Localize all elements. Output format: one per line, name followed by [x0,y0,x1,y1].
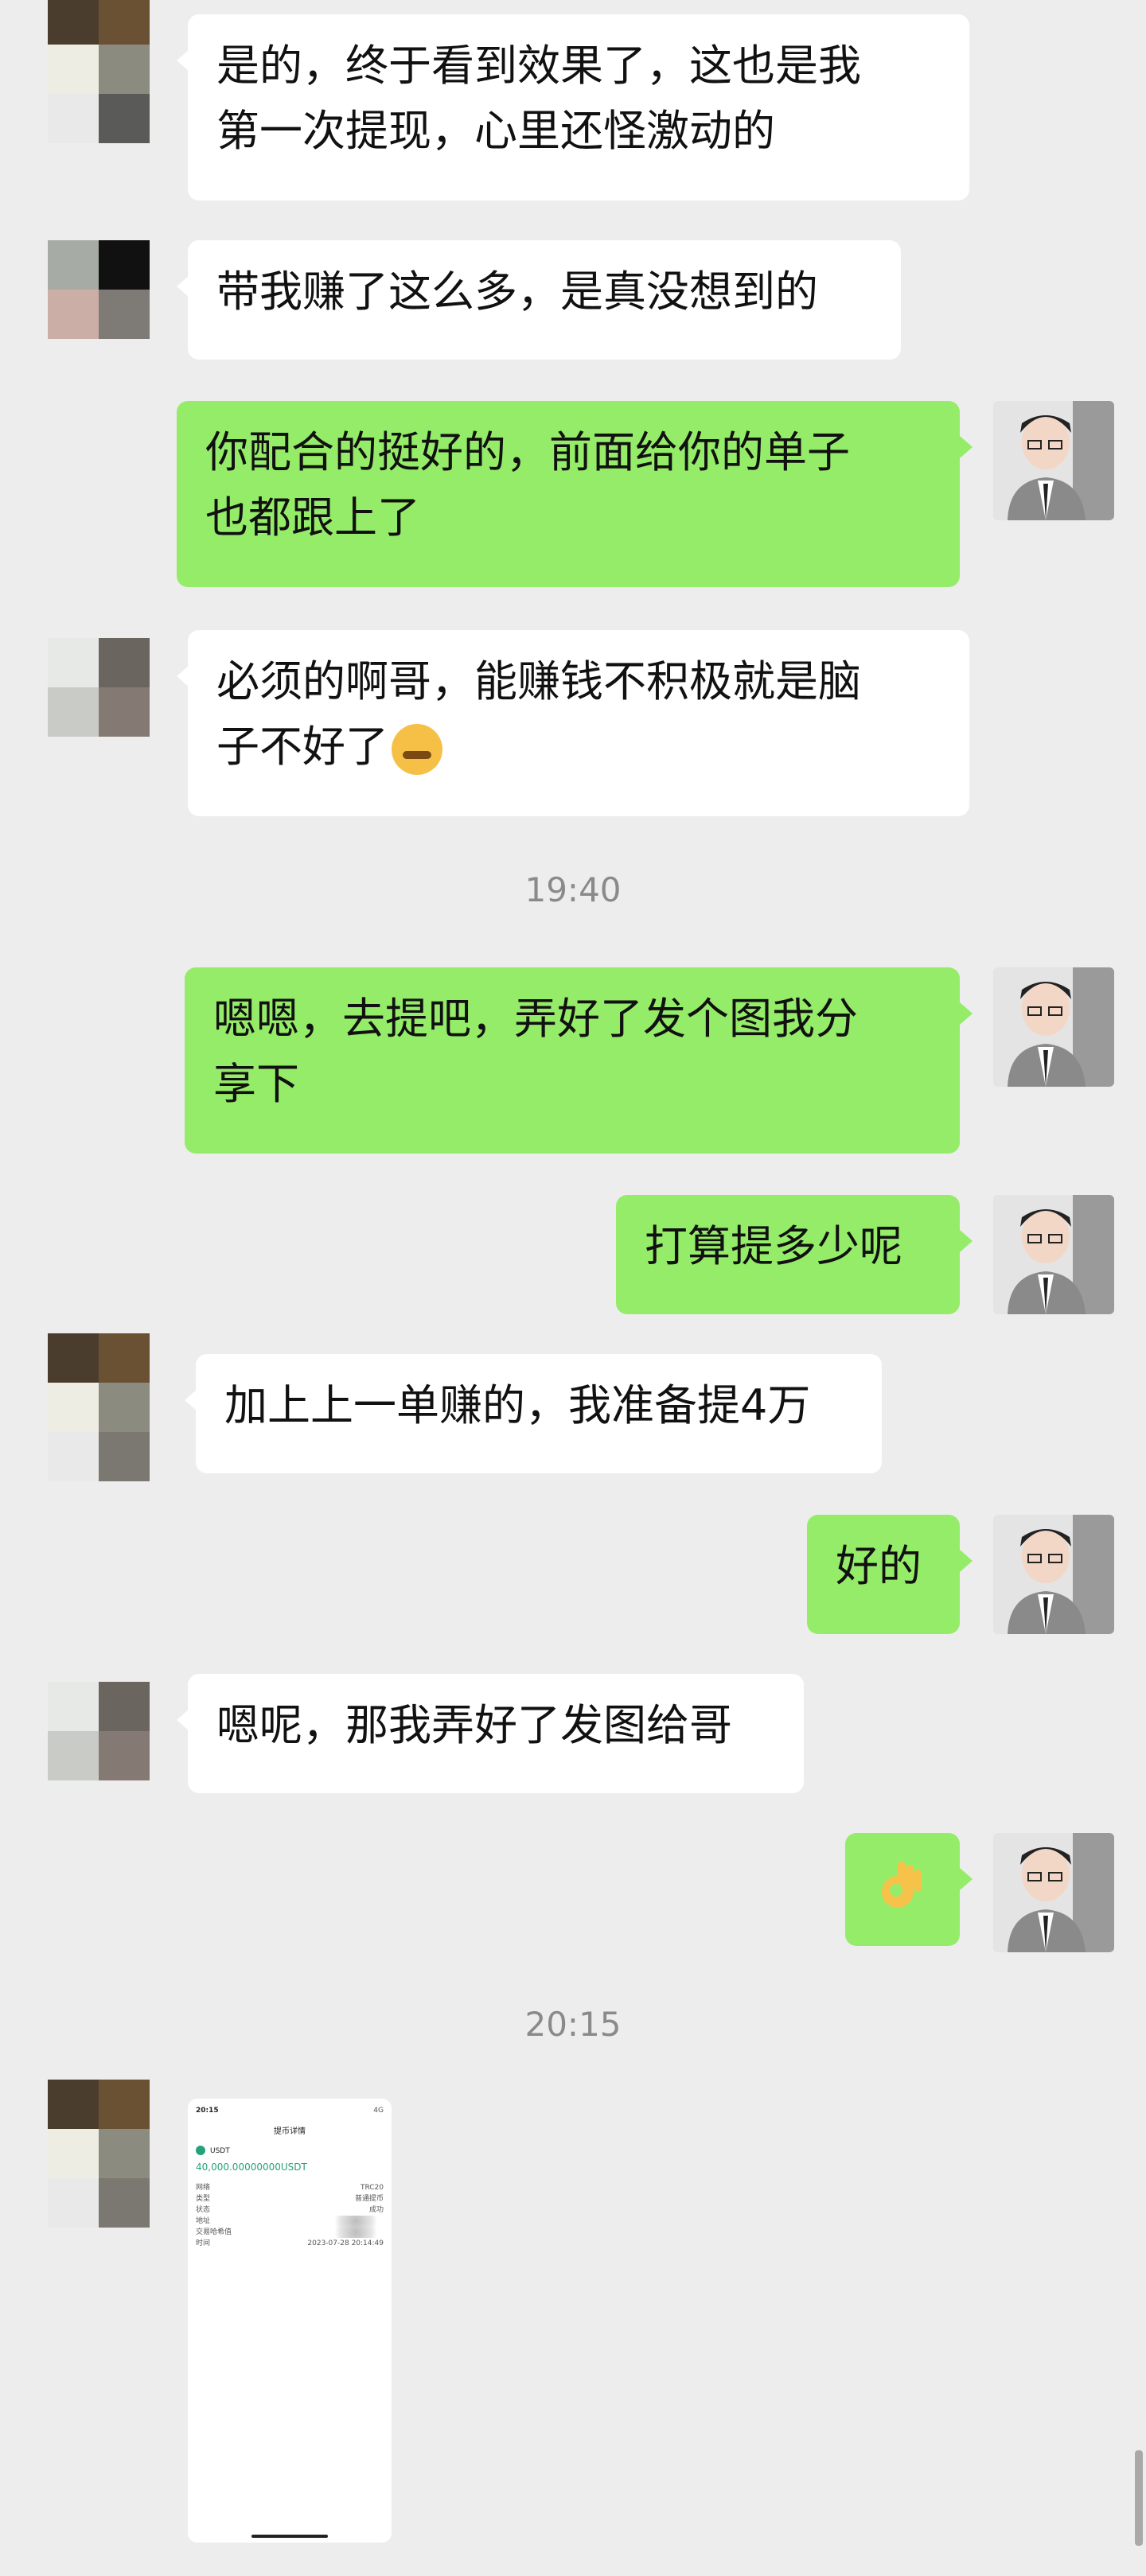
timestamp: 20:15 [524,2005,622,2044]
detail-row: 网络 TRC20 [196,2184,384,2192]
message-bubble[interactable]: 嗯嗯，去提吧，弄好了发个图我分 享下 [185,967,973,1154]
thinking-emoji-icon [392,724,442,776]
message-text-line: 享下 [213,1059,299,1109]
person-avatar-icon [993,1833,1114,1952]
person-avatar-icon [993,1515,1114,1634]
person-avatar-icon [993,401,1114,520]
image-message[interactable]: 20:15 4G 提币详情 USDT 40,000.00000000USDT 网络… [188,2099,392,2543]
message-text-line: 也都跟上了 [205,492,420,543]
contact-avatar[interactable] [48,0,150,143]
message-text: 嗯呢，那我弄好了发图给哥 [216,1700,732,1750]
status-time: 20:15 [196,2107,219,2115]
detail-row: 时间 2023-07-28 20:14:49 [196,2239,384,2247]
message-text: 带我赚了这么多，是真没想到的 [216,267,818,317]
timestamp: 19:40 [524,870,622,909]
message-bubble[interactable] [845,1833,973,1946]
scrollbar[interactable] [1135,2450,1143,2546]
message-text: 好的 [836,1541,922,1591]
message-bubble[interactable]: 嗯呢，那我弄好了发图给哥 [177,1674,804,1793]
person-avatar-icon [993,967,1114,1087]
detail-row: 地址 [196,2216,384,2227]
contact-avatar[interactable] [48,1333,150,1481]
person-avatar-icon [993,1195,1114,1314]
message-text: 加上上一单赚的，我准备提4万 [224,1380,811,1430]
message-bubble[interactable]: 带我赚了这么多，是真没想到的 [177,240,901,360]
my-avatar[interactable] [993,967,1114,1087]
coin-name: USDT [210,2147,230,2155]
detail-row: 类型 普通提币 [196,2195,384,2203]
message-bubble[interactable]: 打算提多少呢 [616,1195,973,1314]
contact-avatar[interactable] [48,240,150,339]
screenshot-title: 提币详情 [274,2127,306,2136]
contact-avatar[interactable] [48,1682,150,1780]
message-bubble[interactable]: 好的 [807,1515,973,1634]
message-bubble[interactable]: 你配合的挺好的，前面给你的单子 也都跟上了 [177,401,973,587]
message-text: 打算提多少呢 [645,1221,902,1271]
status-network: 4G [373,2107,384,2115]
contact-avatar[interactable] [48,638,150,737]
message-text-line: 必须的啊哥，能赚钱不积极就是脑 [216,656,861,706]
message-bubble[interactable]: 加上上一单赚的，我准备提4万 [185,1354,882,1473]
message-text-line: 子不好了 [216,722,388,772]
my-avatar[interactable] [993,1515,1114,1634]
detail-row: 状态 成功 [196,2206,384,2214]
ok-hand-emoji-icon [882,1862,922,1908]
my-avatar[interactable] [993,401,1114,520]
message-text-line: 你配合的挺好的，前面给你的单子 [205,427,850,477]
detail-row: 交易哈希值 [196,2227,384,2238]
message-bubble[interactable]: 是的，终于看到效果了，这也是我 第一次提现，心里还怪激动的 [177,14,969,200]
withdraw-amount: 40,000.00000000USDT [196,2162,307,2173]
my-avatar[interactable] [993,1833,1114,1952]
my-avatar[interactable] [993,1195,1114,1314]
message-text-line: 第一次提现，心里还怪激动的 [216,106,775,156]
message-bubble[interactable]: 必须的啊哥，能赚钱不积极就是脑 子不好了 [177,630,969,816]
contact-avatar[interactable] [48,2080,150,2228]
home-indicator [251,2535,328,2538]
usdt-coin-icon [196,2146,205,2155]
message-text-line: 嗯嗯，去提吧，弄好了发个图我分 [213,994,858,1044]
message-text-line: 是的，终于看到效果了，这也是我 [216,41,861,91]
